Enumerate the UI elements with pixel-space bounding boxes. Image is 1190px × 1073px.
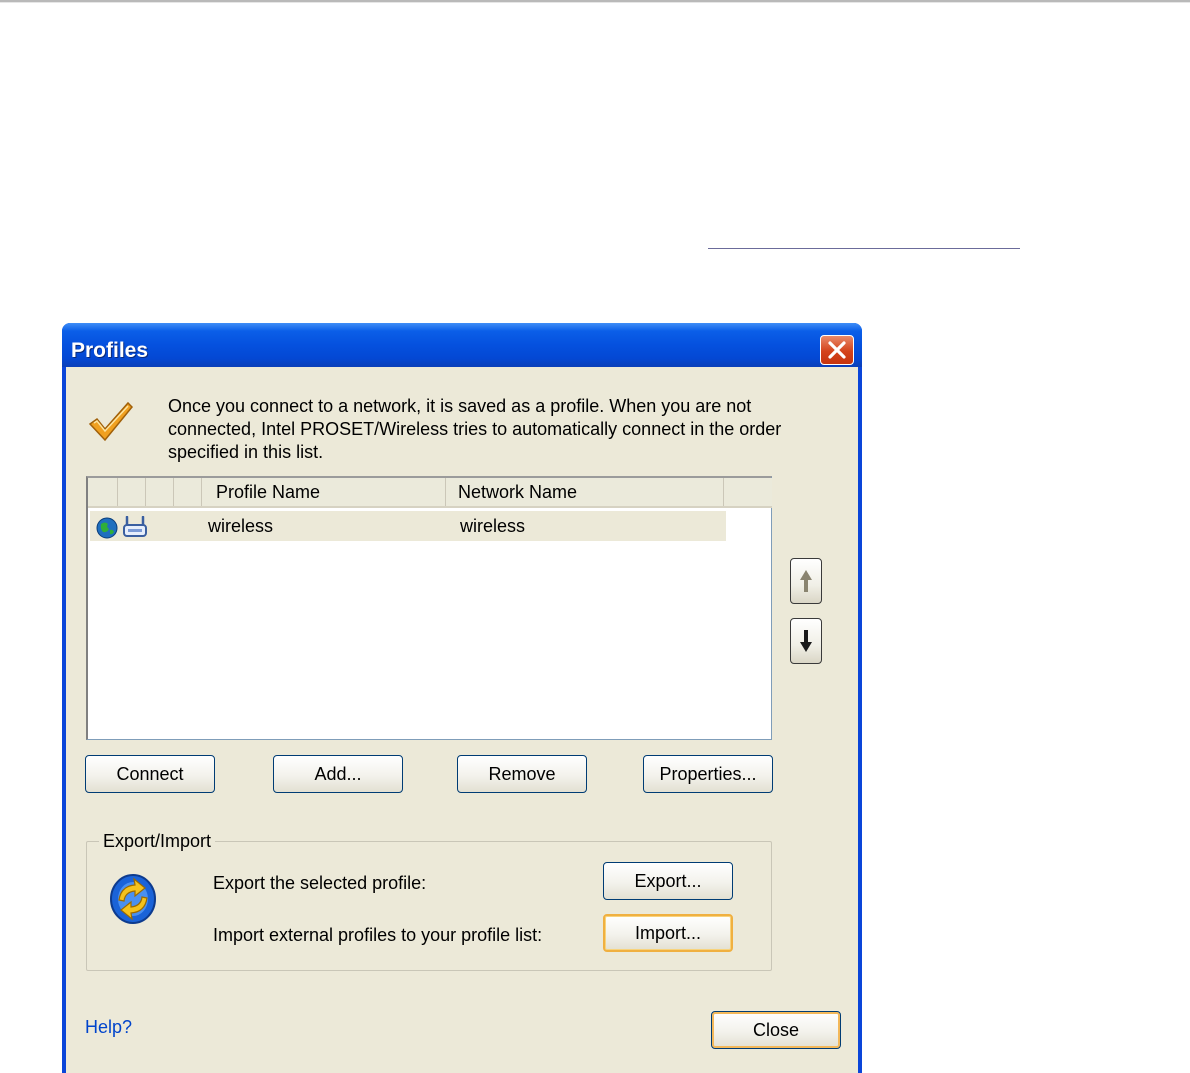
move-down-button[interactable] [790,618,822,664]
arrow-down-icon [800,630,812,652]
export-label: Export the selected profile: [213,873,427,893]
globe-icon [96,517,118,539]
arrow-up-icon [800,570,812,592]
close-window-button[interactable] [820,335,854,365]
import-button[interactable]: Import... [603,914,733,952]
remove-button[interactable]: Remove [457,755,587,793]
export-import-group: Export/Import Export the selected profil… [86,830,772,971]
close-icon [828,341,846,359]
header-icon-col-2[interactable] [118,478,146,506]
title-bar[interactable]: Profiles [62,323,862,367]
properties-button[interactable]: Properties... [643,755,773,793]
profile-list[interactable]: Profile Name Network Name wireless wirel… [86,476,772,740]
help-link[interactable]: Help? [85,1017,132,1038]
column-header-network-name[interactable]: Network Name [446,478,724,506]
network-name-cell: wireless [460,516,526,536]
connect-button[interactable]: Connect [85,755,215,793]
move-up-button[interactable] [790,558,822,604]
dialog-client-area: Once you connect to a network, it is sav… [66,367,858,1073]
export-import-legend: Export/Import [99,830,216,852]
sync-icon [110,874,156,924]
table-row[interactable]: wireless wireless [90,511,726,541]
profile-name-cell: wireless [208,516,274,536]
router-icon [123,516,147,537]
top-divider-shadow [0,2,1190,3]
header-icon-col-1[interactable] [88,478,118,506]
intro-text: Once you connect to a network, it is sav… [168,396,782,462]
add-button[interactable]: Add... [273,755,403,793]
column-header-profile-name[interactable]: Profile Name [202,478,446,506]
import-label: Import external profiles to your profile… [213,925,543,945]
checkmark-icon [88,401,134,442]
close-button[interactable]: Close [711,1011,841,1049]
export-button[interactable]: Export... [603,862,733,900]
list-header: Profile Name Network Name [88,478,772,508]
header-icon-col-4[interactable] [174,478,202,506]
profiles-window: Profiles Once you connect to a network, … [62,323,862,1073]
header-icon-col-3[interactable] [146,478,174,506]
link-underline [708,248,1020,249]
window-title: Profiles [71,339,149,362]
